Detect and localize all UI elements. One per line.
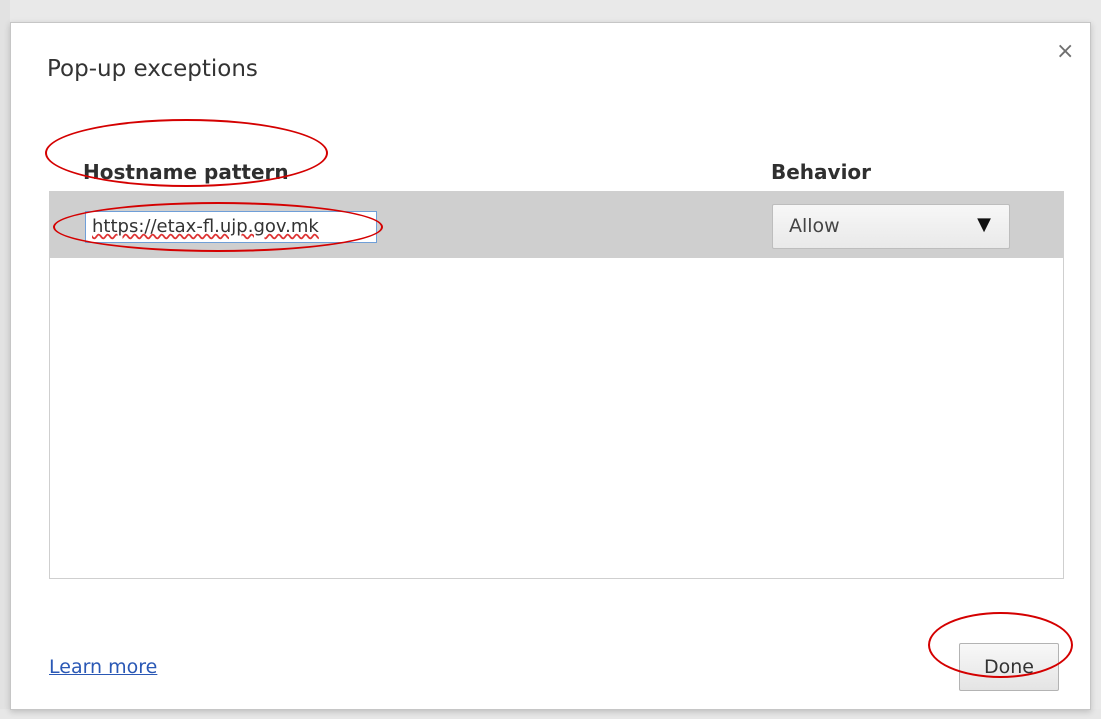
dialog-title: Pop-up exceptions <box>47 56 258 82</box>
behavior-select[interactable]: Allow ▼ <box>772 204 1010 249</box>
close-icon[interactable]: × <box>1056 41 1074 63</box>
chevron-down-icon: ▼ <box>977 214 991 235</box>
exceptions-list: https://etax-fl.ujp.gov.mk Allow ▼ <box>49 191 1064 579</box>
done-button[interactable]: Done <box>959 643 1059 691</box>
hostname-pattern-input[interactable]: https://etax-fl.ujp.gov.mk <box>85 211 377 243</box>
behavior-select-value: Allow <box>789 215 840 237</box>
learn-more-link[interactable]: Learn more <box>49 656 157 678</box>
popup-exceptions-dialog: Pop-up exceptions × Hostname pattern Beh… <box>10 22 1091 710</box>
column-header-behavior: Behavior <box>771 160 872 184</box>
background-page-bottom <box>0 709 1101 719</box>
table-row[interactable]: https://etax-fl.ujp.gov.mk Allow ▼ <box>50 192 1063 258</box>
column-header-hostname: Hostname pattern <box>83 160 289 184</box>
background-page-strip <box>0 0 10 719</box>
